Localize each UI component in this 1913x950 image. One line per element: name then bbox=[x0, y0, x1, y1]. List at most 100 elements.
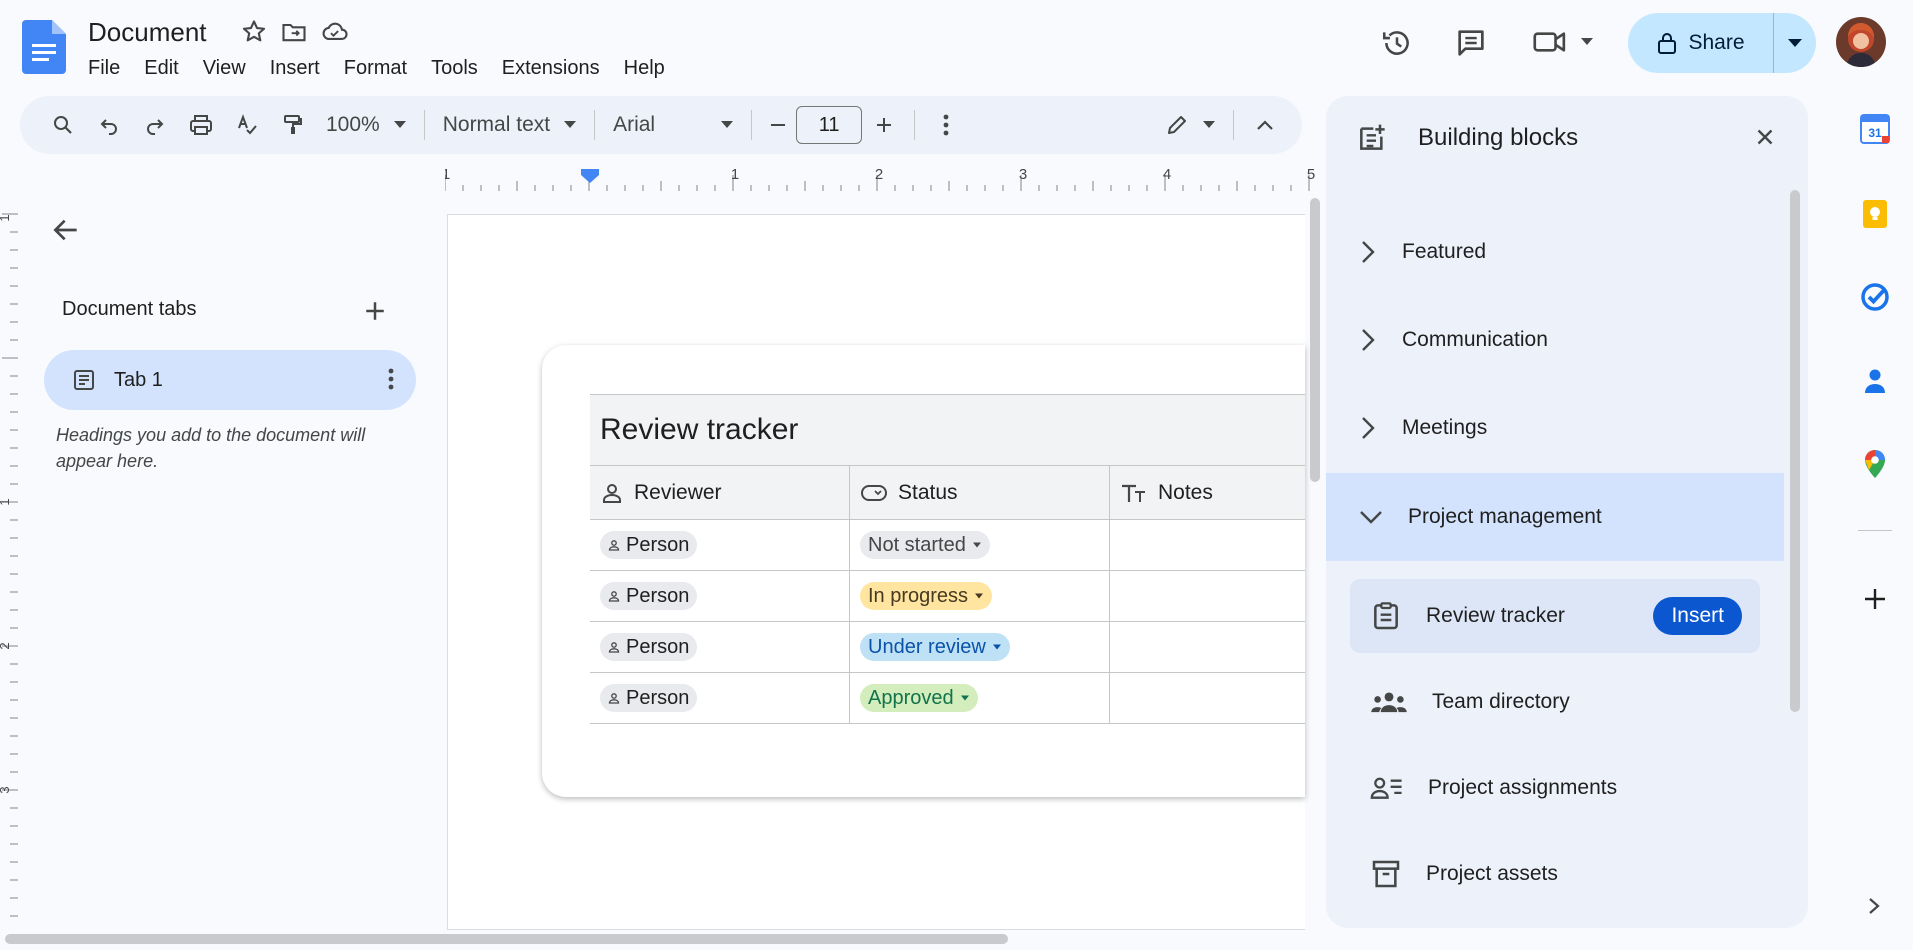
zoom-select[interactable]: 100% bbox=[316, 113, 416, 137]
docs-logo-icon[interactable] bbox=[22, 20, 66, 74]
column-header-reviewer[interactable]: Reviewer bbox=[590, 466, 850, 519]
menu-tools[interactable]: Tools bbox=[419, 52, 490, 84]
person-chip-label: Person bbox=[626, 533, 690, 556]
ruler-label: 3 bbox=[1019, 166, 1027, 183]
rail-divider bbox=[1858, 530, 1892, 531]
notes-cell[interactable] bbox=[1110, 520, 1305, 570]
menu-help[interactable]: Help bbox=[612, 52, 677, 84]
star-icon[interactable] bbox=[240, 18, 268, 46]
status-dropdown-chip[interactable]: Approved bbox=[860, 684, 978, 712]
notes-cell[interactable] bbox=[1110, 673, 1305, 723]
editing-mode-select[interactable] bbox=[1155, 113, 1225, 137]
chevron-right-icon bbox=[1358, 327, 1378, 353]
category-meetings[interactable]: Meetings bbox=[1326, 384, 1784, 472]
meet-button[interactable] bbox=[1532, 26, 1594, 58]
menu-edit[interactable]: Edit bbox=[132, 52, 190, 84]
calendar-app-icon[interactable]: 31 bbox=[1860, 114, 1890, 144]
keep-app-icon[interactable] bbox=[1860, 199, 1890, 229]
vertical-ruler[interactable]: 1 1 2 3 bbox=[0, 190, 18, 930]
table-title[interactable]: Review tracker bbox=[590, 394, 1305, 466]
person-chip[interactable]: Person bbox=[600, 684, 698, 712]
status-dropdown-chip[interactable]: Not started bbox=[860, 531, 990, 559]
status-cell[interactable]: Approved bbox=[850, 673, 1110, 723]
redo-icon[interactable] bbox=[132, 102, 178, 148]
back-arrow-icon[interactable] bbox=[50, 214, 82, 246]
menu-insert[interactable]: Insert bbox=[258, 52, 332, 84]
person-chip[interactable]: Person bbox=[600, 531, 698, 559]
paint-format-icon[interactable] bbox=[270, 102, 316, 148]
column-header-status[interactable]: Status bbox=[850, 466, 1110, 519]
archive-box-icon bbox=[1370, 858, 1402, 890]
spellcheck-icon[interactable] bbox=[224, 102, 270, 148]
undo-icon[interactable] bbox=[86, 102, 132, 148]
menu-file[interactable]: File bbox=[76, 52, 132, 84]
block-review-tracker[interactable]: Review tracker Insert bbox=[1350, 579, 1760, 653]
menu-view[interactable]: View bbox=[191, 52, 258, 84]
block-project-assets[interactable]: Project assets bbox=[1350, 837, 1760, 911]
share-button[interactable]: Share bbox=[1628, 13, 1774, 73]
tab-label: Tab 1 bbox=[114, 368, 163, 391]
menu-format[interactable]: Format bbox=[332, 52, 419, 84]
category-featured[interactable]: Featured bbox=[1326, 208, 1784, 296]
toolbar-divider bbox=[914, 110, 916, 140]
status-dropdown-chip[interactable]: Under review bbox=[860, 633, 1010, 661]
column-header-label: Reviewer bbox=[634, 480, 722, 504]
headings-hint: Headings you add to the document will ap… bbox=[56, 425, 366, 471]
font-size-input[interactable]: 11 bbox=[796, 106, 863, 144]
font-select[interactable]: Arial bbox=[603, 113, 743, 137]
block-project-assignments[interactable]: Project assignments bbox=[1350, 751, 1760, 825]
person-chip[interactable]: Person bbox=[600, 633, 698, 661]
status-cell[interactable]: Not started bbox=[850, 520, 1110, 570]
avatar[interactable] bbox=[1836, 17, 1886, 67]
block-team-directory[interactable]: Team directory bbox=[1350, 665, 1760, 739]
reviewer-cell[interactable]: Person bbox=[590, 673, 850, 723]
document-horizontal-scrollbar[interactable] bbox=[5, 934, 1008, 944]
document-title[interactable]: Document bbox=[88, 16, 207, 48]
assignment-list-icon bbox=[1370, 774, 1404, 802]
category-project-management[interactable]: Project management bbox=[1326, 473, 1784, 561]
move-folder-icon[interactable] bbox=[280, 18, 308, 46]
person-chip[interactable]: Person bbox=[600, 582, 698, 610]
menu-extensions[interactable]: Extensions bbox=[490, 52, 612, 84]
review-tracker-table[interactable]: Review tracker Reviewer Status Notes Per… bbox=[590, 394, 1305, 724]
more-options-icon[interactable] bbox=[923, 102, 969, 148]
column-header-notes[interactable]: Notes bbox=[1110, 466, 1305, 519]
print-icon[interactable] bbox=[178, 102, 224, 148]
paragraph-style-select[interactable]: Normal text bbox=[433, 113, 586, 137]
hide-menus-icon[interactable] bbox=[1242, 102, 1288, 148]
contacts-app-icon[interactable] bbox=[1860, 366, 1890, 396]
tab-more-options-icon[interactable] bbox=[388, 368, 394, 390]
comments-icon[interactable] bbox=[1448, 20, 1494, 66]
reviewer-cell[interactable]: Person bbox=[590, 622, 850, 672]
reviewer-cell[interactable]: Person bbox=[590, 520, 850, 570]
lock-icon bbox=[1656, 31, 1678, 55]
version-history-icon[interactable] bbox=[1374, 20, 1420, 66]
decrease-font-size-icon[interactable] bbox=[760, 102, 796, 148]
status-dropdown-chip[interactable]: In progress bbox=[860, 582, 993, 610]
status-cell[interactable]: In progress bbox=[850, 571, 1110, 621]
cloud-status-icon[interactable] bbox=[320, 18, 350, 46]
get-add-ons-icon[interactable] bbox=[1860, 584, 1890, 614]
chevron-right-icon bbox=[1358, 239, 1378, 265]
ruler-label: 2 bbox=[0, 642, 12, 649]
horizontal-ruler[interactable]: 1 1 2 3 4 5 bbox=[445, 163, 1320, 191]
table-header-row: Reviewer Status Notes bbox=[590, 466, 1305, 520]
increase-font-size-icon[interactable] bbox=[862, 102, 906, 148]
panel-scrollbar[interactable] bbox=[1790, 190, 1800, 712]
add-tab-icon[interactable] bbox=[360, 296, 390, 326]
toolbar: 100% Normal text Arial 11 bbox=[20, 96, 1302, 154]
reviewer-cell[interactable]: Person bbox=[590, 571, 850, 621]
tasks-app-icon[interactable] bbox=[1860, 282, 1890, 312]
notes-cell[interactable] bbox=[1110, 571, 1305, 621]
show-side-panel-icon[interactable] bbox=[1866, 896, 1882, 916]
status-cell[interactable]: Under review bbox=[850, 622, 1110, 672]
document-vertical-scrollbar[interactable] bbox=[1310, 198, 1320, 482]
category-communication[interactable]: Communication bbox=[1326, 296, 1784, 384]
search-menus-icon[interactable] bbox=[40, 102, 86, 148]
close-icon[interactable] bbox=[1752, 124, 1778, 150]
maps-app-icon[interactable] bbox=[1860, 448, 1890, 480]
share-options-button[interactable] bbox=[1774, 13, 1816, 73]
notes-cell[interactable] bbox=[1110, 622, 1305, 672]
document-tab-1[interactable]: Tab 1 bbox=[44, 350, 416, 410]
insert-button[interactable]: Insert bbox=[1653, 597, 1742, 635]
